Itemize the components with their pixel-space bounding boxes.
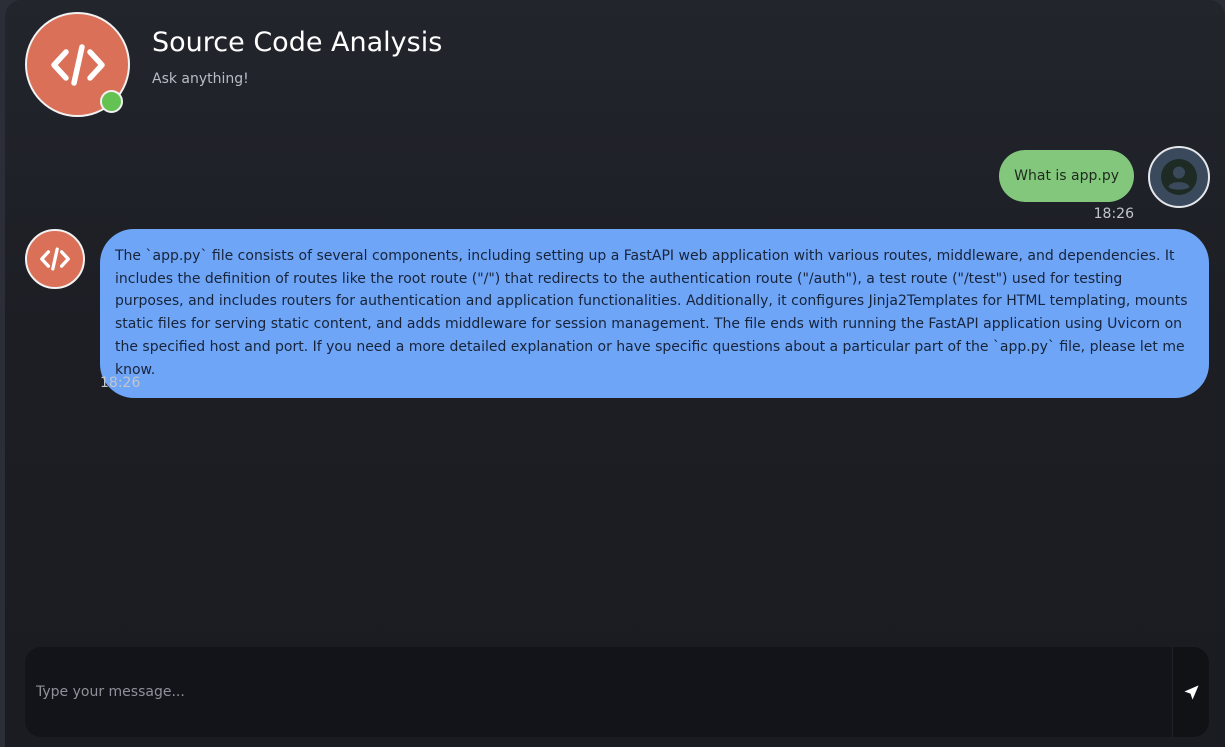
- bot-message-bubble: The `app.py` file consists of several co…: [100, 229, 1209, 399]
- bot-avatar: [25, 229, 85, 289]
- message-input[interactable]: [25, 647, 1173, 737]
- user-icon: [1161, 159, 1197, 195]
- page-subtitle: Ask anything!: [152, 71, 249, 87]
- user-message-timestamp: 18:26: [1093, 206, 1134, 222]
- message-composer: [25, 647, 1209, 737]
- send-icon: [1183, 684, 1199, 700]
- page-title: Source Code Analysis: [152, 27, 443, 58]
- online-status-indicator: [100, 90, 123, 113]
- send-button[interactable]: [1172, 647, 1209, 737]
- bot-message-timestamp: 18:26: [100, 375, 141, 391]
- code-icon: [40, 247, 70, 271]
- code-icon: [50, 43, 105, 86]
- user-message-bubble: What is app.py: [999, 150, 1134, 202]
- chat-window: Source Code Analysis Ask anything! What …: [5, 0, 1225, 747]
- user-avatar: [1148, 146, 1210, 208]
